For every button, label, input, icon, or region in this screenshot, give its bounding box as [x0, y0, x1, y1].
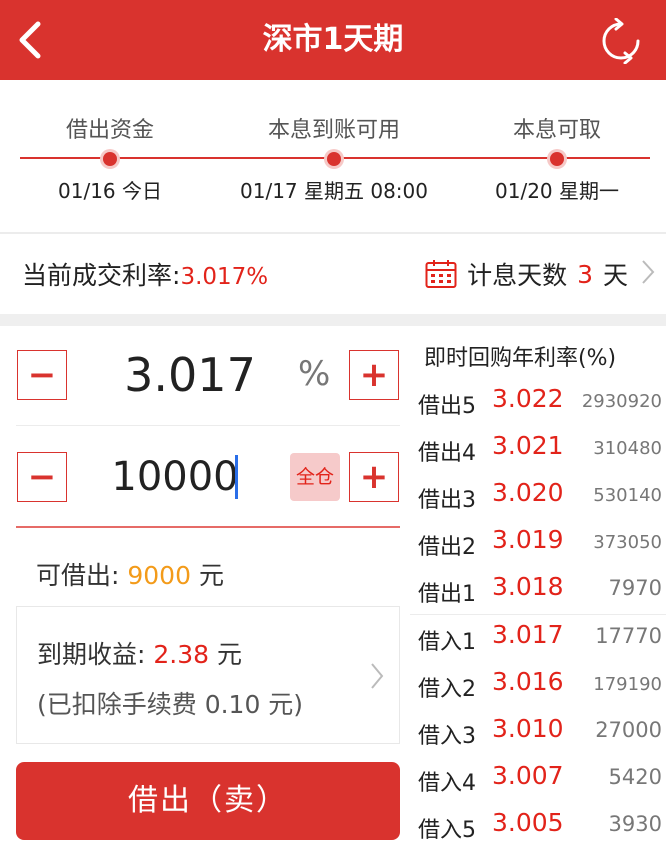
amount-decrease-button[interactable]: −: [17, 452, 67, 502]
quote-name: 借出5: [418, 394, 476, 419]
timeline-step-label: 本息可取: [512, 118, 601, 143]
interest-days-label: 计息天数: [467, 261, 568, 290]
quote-row[interactable]: 借出5 3.022 2930920: [418, 380, 662, 426]
quote-rate: 3.020: [492, 478, 564, 507]
expected-profit: 到期收益: 2.38 元: [37, 635, 242, 671]
quote-volume: 373050: [593, 532, 662, 553]
quote-name: 借入3: [418, 724, 476, 749]
quote-volume: 530140: [593, 485, 662, 506]
quote-name: 借出3: [418, 488, 476, 513]
quote-rate: 3.019: [492, 525, 564, 554]
quote-name: 借出4: [418, 441, 476, 466]
chevron-right-icon: [642, 260, 655, 284]
quote-rate: 3.007: [492, 761, 564, 790]
available-unit: 元: [191, 561, 224, 590]
quote-rate: 3.010: [492, 714, 564, 743]
quote-row[interactable]: 借入2 3.016 179190: [418, 663, 662, 709]
timeline-step-date: 01/17 星期五 08:00: [240, 179, 428, 203]
quote-rate: 3.016: [492, 667, 564, 696]
rate-decrease-button[interactable]: −: [17, 350, 67, 400]
timeline-dot: [103, 152, 117, 166]
timeline-step-label: 借出资金: [65, 118, 154, 143]
available-label: 可借出:: [36, 561, 128, 590]
divider: [16, 425, 400, 426]
current-rate-value: 3.017%: [180, 264, 269, 290]
available-amount: 可借出: 9000 元: [36, 556, 224, 592]
refresh-icon: [602, 17, 640, 65]
rate-input[interactable]: 3.017: [110, 340, 270, 410]
quote-rate: 3.022: [492, 384, 564, 413]
timeline-step-withdraw: 本息可取 01/20 星期一: [437, 116, 666, 206]
amount-increase-button[interactable]: +: [349, 452, 399, 502]
quote-row[interactable]: 借出4 3.021 310480: [418, 427, 662, 473]
quote-row[interactable]: 借出1 3.018 7970: [418, 568, 662, 614]
quote-rate: 3.017: [492, 620, 564, 649]
chevron-right-icon: [371, 663, 384, 689]
quotes-divider: [410, 614, 666, 615]
lend-sell-button[interactable]: 借出（卖）: [16, 762, 400, 840]
all-in-button[interactable]: 全仓: [290, 453, 340, 501]
profit-value: 2.38: [153, 640, 210, 669]
quote-volume: 5420: [608, 765, 662, 789]
text-cursor: [235, 455, 238, 499]
timeline-step-lend: 借出资金 01/16 今日: [0, 116, 230, 206]
header-bar: 深市1天期: [0, 0, 666, 80]
page-title: 深市1天期: [262, 22, 404, 57]
quote-name: 借出1: [418, 582, 476, 607]
quote-name: 借入2: [418, 677, 476, 702]
quote-volume: 17770: [595, 624, 662, 648]
amount-input[interactable]: 10000: [110, 442, 240, 512]
section-divider: [0, 314, 666, 326]
quote-volume: 179190: [593, 674, 662, 695]
quote-volume: 7970: [608, 576, 662, 600]
timeline-dot: [327, 152, 341, 166]
quote-volume: 27000: [595, 718, 662, 742]
fee-note: (已扣除手续费 0.10 元): [37, 690, 304, 719]
quote-row[interactable]: 借入1 3.017 17770: [418, 616, 662, 662]
available-value: 9000: [127, 561, 191, 590]
quote-rate: 3.005: [492, 808, 564, 837]
quote-volume: 2930920: [581, 391, 662, 412]
current-rate: 当前成交利率:3.017%: [22, 256, 268, 292]
timeline-step-available: 本息到账可用 01/17 星期五 08:00: [214, 116, 454, 206]
rate-increase-button[interactable]: +: [349, 350, 399, 400]
current-rate-label: 当前成交利率:: [22, 261, 181, 290]
back-button[interactable]: [6, 12, 54, 68]
quote-name: 借入4: [418, 771, 476, 796]
timeline-dot: [550, 152, 564, 166]
quotes-title: 即时回购年利率(%): [424, 346, 617, 371]
quote-row[interactable]: 借入4 3.007 5420: [418, 757, 662, 803]
quote-rate: 3.021: [492, 431, 564, 460]
timeline-step-date: 01/20 星期一: [495, 179, 619, 203]
profit-label: 到期收益:: [37, 640, 154, 669]
quote-row[interactable]: 借出2 3.019 373050: [418, 521, 662, 567]
quote-rate: 3.018: [492, 572, 564, 601]
quote-volume: 310480: [593, 438, 662, 459]
refresh-button[interactable]: [598, 17, 644, 65]
quote-volume: 3930: [608, 812, 662, 836]
calendar-icon: [425, 260, 457, 288]
quote-row[interactable]: 借出3 3.020 530140: [418, 474, 662, 520]
timeline-step-date: 01/16 今日: [58, 179, 162, 203]
interest-days[interactable]: 计息天数 3 天: [425, 256, 628, 292]
chevron-left-icon: [19, 21, 41, 59]
quote-row[interactable]: 借入5 3.005 3930: [418, 804, 662, 850]
settlement-timeline: 借出资金 01/16 今日 本息到账可用 01/17 星期五 08:00 本息可…: [0, 80, 666, 232]
rate-unit: %: [298, 354, 331, 394]
quote-row[interactable]: 借入3 3.010 27000: [418, 710, 662, 756]
expected-profit-card[interactable]: 到期收益: 2.38 元 (已扣除手续费 0.10 元): [16, 606, 400, 744]
quote-name: 借出2: [418, 535, 476, 560]
interest-days-unit: 天: [602, 261, 628, 290]
quote-name: 借入5: [418, 818, 476, 843]
input-underline: [16, 526, 400, 528]
timeline-step-label: 本息到账可用: [267, 118, 400, 143]
quote-name: 借入1: [418, 630, 476, 655]
rate-info-row: 当前成交利率:3.017% 计息天数 3 天: [0, 234, 666, 314]
profit-unit: 元: [209, 640, 242, 669]
interest-days-value: 3: [577, 259, 593, 289]
